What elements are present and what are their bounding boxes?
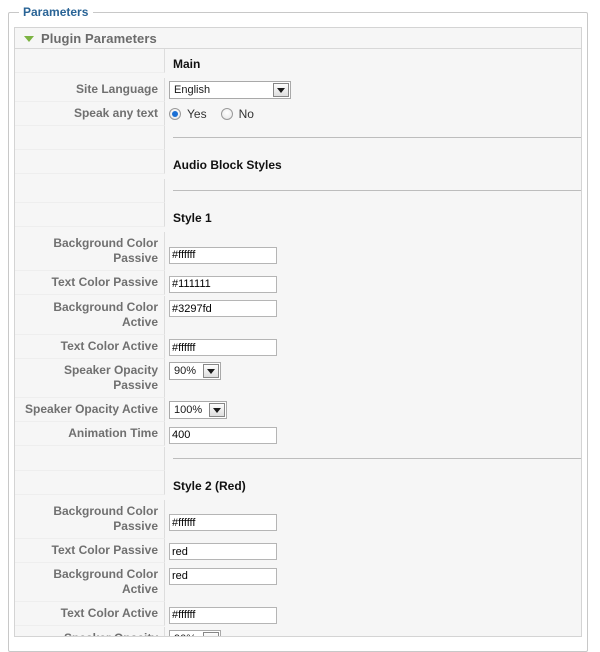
chevron-down-icon[interactable] [203, 631, 219, 636]
radio-option-no[interactable]: No [220, 107, 254, 121]
style1-text-color-active-input[interactable] [169, 339, 277, 356]
parameters-form: Main Site Language English Speak any tex… [15, 49, 581, 637]
label-style2-text-color-passive: Text Color Passive [15, 538, 165, 563]
radio-no-input[interactable] [220, 108, 233, 120]
row-style1-speaker-opacity-active: Speaker Opacity Active 100% [15, 398, 581, 422]
label-speak-any-text: Speak any text [15, 102, 165, 126]
site-language-value: English [174, 84, 211, 96]
label-style1-text-color-passive: Text Color Passive [15, 271, 165, 295]
row-style1-animation-time: Animation Time [15, 422, 581, 447]
label-site-language: Site Language [15, 78, 165, 102]
chevron-down-icon[interactable] [209, 403, 225, 417]
triangle-down-icon[interactable] [24, 35, 34, 42]
section-heading-main: Main [173, 57, 201, 71]
fieldset-legend: Parameters [19, 5, 94, 19]
row-style2-background-color-passive: Background Color Passive [15, 499, 581, 539]
label-style1-background-color-active: Background Color Active [15, 295, 165, 335]
style2-speaker-opacity-passive-value: 90% [170, 631, 203, 637]
label-style1-animation-time: Animation Time [15, 422, 165, 446]
row-style2-speaker-opacity-passive: Speaker Opacity Passive 90% [15, 626, 581, 637]
spacer-cell [15, 49, 165, 73]
row-style1-background-color-active: Background Color Active [15, 295, 581, 335]
spacer-cell [15, 470, 165, 495]
spacer-cell [15, 150, 165, 174]
label-style1-speaker-opacity-active: Speaker Opacity Active [15, 398, 165, 422]
divider [173, 457, 581, 459]
style2-background-color-active-input[interactable] [169, 567, 277, 585]
row-style1-text-color-passive: Text Color Passive [15, 271, 581, 296]
style1-speaker-opacity-active-value: 100% [174, 404, 203, 416]
label-style1-text-color-active: Text Color Active [15, 334, 165, 359]
style1-speaker-opacity-active-select[interactable]: 100% [169, 401, 227, 419]
label-style2-text-color-active: Text Color Active [15, 602, 165, 626]
section-heading-style1: Style 1 [173, 211, 212, 225]
spacer-cell [15, 179, 165, 203]
style1-speaker-opacity-passive-value: 90% [174, 365, 197, 377]
chevron-down-icon[interactable] [273, 83, 289, 97]
label-style2-background-color-passive: Background Color Passive [15, 499, 165, 539]
row-separator-3 [15, 446, 581, 471]
plugin-parameters-header[interactable]: Plugin Parameters [15, 28, 581, 49]
divider [173, 137, 581, 138]
radio-no-label: No [238, 107, 254, 121]
style1-speaker-opacity-passive-select[interactable]: 90% [169, 362, 221, 380]
radio-option-yes[interactable]: Yes [169, 107, 207, 121]
row-speak-any-text: Speak any text Yes No [15, 102, 581, 126]
label-style2-background-color-active: Background Color Active [15, 563, 165, 602]
parameters-fieldset: Parameters Plugin Parameters Main Site L… [8, 5, 588, 652]
speak-any-text-radio-group[interactable]: Yes No [169, 105, 581, 121]
panel-title: Plugin Parameters [41, 30, 157, 46]
divider [173, 190, 581, 191]
style2-speaker-opacity-passive-select[interactable]: 90% [169, 629, 221, 637]
radio-yes-label: Yes [187, 107, 207, 121]
row-site-language: Site Language English [15, 78, 581, 102]
spacer-cell [15, 446, 165, 471]
row-style2-background-color-active: Background Color Active [15, 563, 581, 602]
row-section-main: Main [15, 49, 581, 78]
spacer-cell [15, 126, 165, 150]
style2-background-color-passive-input[interactable] [169, 514, 277, 531]
style1-background-color-active-input[interactable] [169, 300, 277, 317]
site-language-select[interactable]: English [169, 81, 291, 99]
row-section-audio-block-styles: Audio Block Styles [15, 150, 581, 179]
row-separator-2 [15, 179, 581, 203]
style1-text-color-passive-input[interactable] [169, 275, 277, 293]
chevron-down-icon[interactable] [203, 364, 219, 378]
label-style1-background-color-passive: Background Color Passive [15, 232, 165, 271]
row-style1-speaker-opacity-passive: Speaker Opacity Passive 90% [15, 359, 581, 398]
row-separator-1 [15, 126, 581, 150]
row-section-style1: Style 1 [15, 203, 581, 232]
style1-animation-time-input[interactable] [169, 426, 277, 444]
row-style2-text-color-passive: Text Color Passive [15, 538, 581, 564]
style1-background-color-passive-input[interactable] [169, 246, 277, 264]
plugin-parameters-panel: Plugin Parameters Main Site Language Eng… [14, 27, 582, 637]
spacer-cell [15, 203, 165, 227]
label-style1-speaker-opacity-passive: Speaker Opacity Passive [15, 359, 165, 398]
radio-yes-input[interactable] [169, 108, 181, 120]
style2-text-color-passive-input[interactable] [169, 543, 277, 560]
row-style1-background-color-passive: Background Color Passive [15, 232, 581, 271]
section-heading-style2: Style 2 (Red) [173, 478, 246, 493]
row-section-style2: Style 2 (Red) [15, 470, 581, 500]
row-style1-text-color-active: Text Color Active [15, 334, 581, 360]
label-style2-speaker-opacity-passive: Speaker Opacity Passive [15, 626, 165, 636]
section-heading-audio-block-styles: Audio Block Styles [173, 158, 282, 172]
style2-text-color-active-input[interactable] [169, 606, 277, 624]
